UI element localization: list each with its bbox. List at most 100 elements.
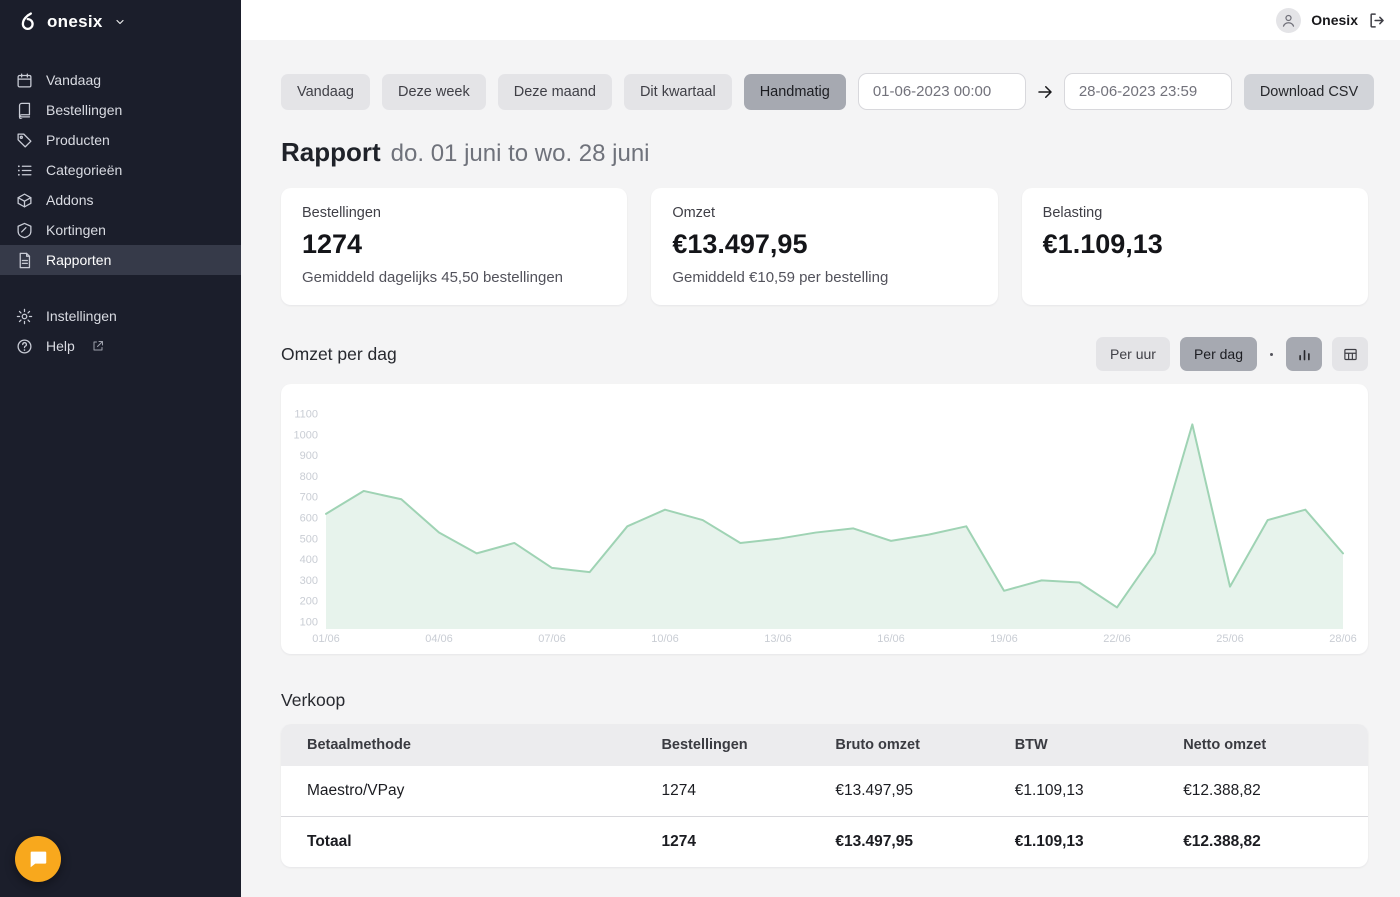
logout-button[interactable]	[1368, 11, 1387, 30]
y-axis-tick-label: 800	[300, 471, 318, 483]
sidebar-item-bestellingen[interactable]: Bestellingen	[0, 95, 241, 125]
verkoop-table: Betaalmethode Bestellingen Bruto omzet B…	[281, 724, 1368, 867]
sidebar: onesix Vandaag Bestellingen Producten	[0, 0, 241, 897]
gear-icon	[16, 308, 33, 325]
chevron-down-icon	[114, 16, 126, 28]
chart-view-button[interactable]	[1286, 337, 1322, 371]
sidebar-item-help[interactable]: Help	[0, 331, 241, 361]
verkoop-table-card: Betaalmethode Bestellingen Bruto omzet B…	[281, 724, 1368, 867]
cell-totaal-btw: €1.109,13	[1015, 817, 1183, 868]
sidebar-item-label: Rapporten	[46, 252, 111, 268]
date-to-input[interactable]	[1064, 73, 1232, 110]
sidebar-item-label: Kortingen	[46, 222, 106, 238]
sidebar-item-label: Producten	[46, 132, 110, 148]
sidebar-item-categorieen[interactable]: Categorieën	[0, 155, 241, 185]
x-axis-tick-label: 22/06	[1103, 633, 1131, 645]
y-axis-tick-label: 900	[300, 450, 318, 462]
per-uur-button[interactable]: Per uur	[1096, 337, 1170, 371]
x-axis-tick-label: 10/06	[651, 633, 679, 645]
x-axis-tick-label: 13/06	[764, 633, 792, 645]
y-axis-tick-label: 400	[300, 554, 318, 566]
sidebar-item-label: Help	[46, 338, 75, 354]
x-axis-tick-label: 28/06	[1329, 633, 1357, 645]
date-from-input[interactable]	[858, 73, 1026, 110]
chat-widget-button[interactable]	[15, 836, 61, 882]
x-axis-tick-label: 19/06	[990, 633, 1018, 645]
onesix-logo-icon	[16, 11, 38, 33]
content: Vandaag Deze week Deze maand Dit kwartaa…	[241, 40, 1400, 897]
sidebar-footer: Instellingen Help	[0, 301, 241, 361]
x-axis-tick-label: 04/06	[425, 633, 453, 645]
username: Onesix	[1311, 12, 1358, 28]
preset-vandaag-button[interactable]: Vandaag	[281, 74, 370, 110]
book-icon	[16, 102, 33, 119]
sidebar-item-addons[interactable]: Addons	[0, 185, 241, 215]
sidebar-nav: Vandaag Bestellingen Producten Categorie…	[0, 65, 241, 361]
preset-handmatig-button[interactable]: Handmatig	[744, 74, 846, 110]
stat-label: Belasting	[1043, 205, 1347, 221]
calendar-icon	[16, 72, 33, 89]
preset-deze-week-button[interactable]: Deze week	[382, 74, 486, 110]
logout-icon	[1368, 11, 1387, 30]
stat-label: Omzet	[672, 205, 976, 221]
stat-value: €13.497,95	[672, 229, 976, 260]
preset-dit-kwartaal-button[interactable]: Dit kwartaal	[624, 74, 732, 110]
avatar[interactable]	[1276, 8, 1301, 33]
sidebar-item-instellingen[interactable]: Instellingen	[0, 301, 241, 331]
chart-controls: Per uur Per dag	[1096, 337, 1368, 371]
cell-betaalmethode: Maestro/VPay	[281, 766, 661, 817]
report-icon	[16, 252, 33, 269]
x-axis-tick-label: 16/06	[877, 633, 905, 645]
chart-section-title: Omzet per dag	[281, 344, 1096, 365]
cell-totaal-label: Totaal	[281, 817, 661, 868]
help-icon	[16, 338, 33, 355]
stat-subtext	[1043, 269, 1347, 287]
per-dag-button[interactable]: Per dag	[1180, 337, 1257, 371]
package-icon	[16, 192, 33, 209]
stat-cards: Bestellingen 1274 Gemiddeld dagelijks 45…	[281, 188, 1368, 305]
column-header: Bestellingen	[661, 724, 835, 766]
stat-subtext: Gemiddeld €10,59 per bestelling	[672, 269, 976, 287]
user-icon	[1281, 13, 1296, 28]
chart-area-fill	[326, 424, 1343, 629]
stat-card-belasting: Belasting €1.109,13	[1022, 188, 1368, 305]
sidebar-item-vandaag[interactable]: Vandaag	[0, 65, 241, 95]
sidebar-item-label: Addons	[46, 192, 93, 208]
column-header: Netto omzet	[1183, 724, 1368, 766]
table-icon	[1343, 347, 1358, 362]
chart-section-header: Omzet per dag Per uur Per dag	[281, 337, 1368, 371]
stat-subtext: Gemiddeld dagelijks 45,50 bestellingen	[302, 269, 606, 287]
cell-totaal-bruto: €13.497,95	[835, 817, 1014, 868]
table-total-row: Totaal 1274 €13.497,95 €1.109,13 €12.388…	[281, 817, 1368, 868]
table-row: Maestro/VPay 1274 €13.497,95 €1.109,13 €…	[281, 766, 1368, 817]
column-header: Bruto omzet	[835, 724, 1014, 766]
topbar: Onesix	[241, 0, 1400, 40]
list-icon	[16, 162, 33, 179]
download-csv-button[interactable]: Download CSV	[1244, 74, 1374, 110]
stat-value: 1274	[302, 229, 606, 260]
sidebar-item-kortingen[interactable]: Kortingen	[0, 215, 241, 245]
y-axis-tick-label: 1000	[294, 429, 318, 441]
sidebar-item-producten[interactable]: Producten	[0, 125, 241, 155]
workspace-switcher[interactable]: onesix	[0, 0, 241, 43]
table-header-row: Betaalmethode Bestellingen Bruto omzet B…	[281, 724, 1368, 766]
brand-name: onesix	[47, 12, 103, 32]
tag-icon	[16, 132, 33, 149]
cell-totaal-netto: €12.388,82	[1183, 817, 1368, 868]
revenue-area-chart[interactable]: 1002003004005006007008009001000110001/06…	[281, 384, 1368, 654]
x-axis-tick-label: 25/06	[1216, 633, 1244, 645]
column-header: Betaalmethode	[281, 724, 661, 766]
table-view-button[interactable]	[1332, 337, 1368, 371]
sidebar-item-label: Categorieën	[46, 162, 122, 178]
sidebar-item-label: Bestellingen	[46, 102, 122, 118]
bar-chart-icon	[1297, 347, 1312, 362]
sidebar-item-rapporten[interactable]: Rapporten	[0, 245, 241, 275]
main-area: Onesix Vandaag Deze week Deze maand Dit …	[241, 0, 1400, 897]
preset-deze-maand-button[interactable]: Deze maand	[498, 74, 612, 110]
cell-bruto-omzet: €13.497,95	[835, 766, 1014, 817]
y-axis-tick-label: 1100	[294, 409, 318, 421]
page-subtitle: do. 01 juni to wo. 28 juni	[391, 140, 650, 168]
sidebar-item-label: Vandaag	[46, 72, 101, 88]
verkoop-section-title: Verkoop	[281, 690, 1368, 711]
cell-netto-omzet: €12.388,82	[1183, 766, 1368, 817]
